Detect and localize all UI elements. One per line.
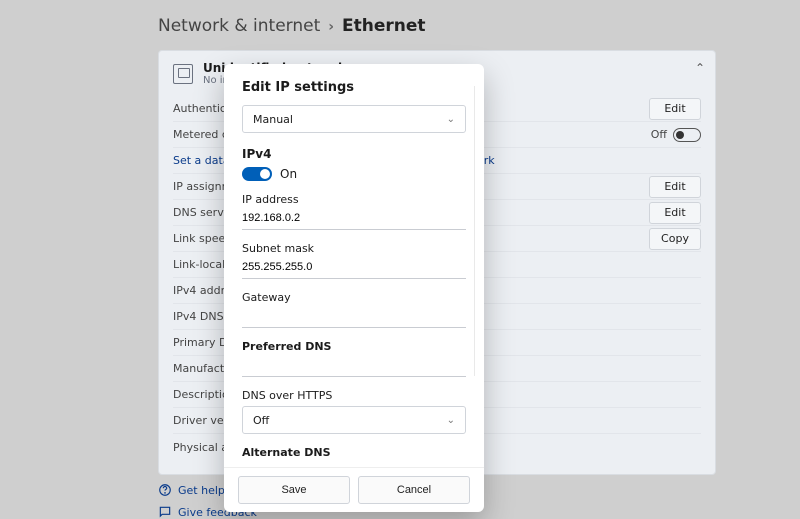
scrollbar[interactable]	[474, 86, 480, 376]
breadcrumb-current: Ethernet	[342, 16, 426, 36]
chevron-down-icon: ⌄	[447, 415, 455, 426]
subnet-input[interactable]	[242, 255, 466, 279]
copy-button[interactable]: Copy	[649, 228, 701, 250]
ip-mode-select[interactable]: Manual ⌄	[242, 105, 466, 133]
subnet-label: Subnet mask	[242, 242, 466, 255]
ipv4-toggle-state: On	[280, 167, 297, 181]
doh-select[interactable]: Off ⌄	[242, 406, 466, 434]
save-button[interactable]: Save	[238, 476, 350, 504]
breadcrumb-parent[interactable]: Network & internet	[158, 16, 320, 36]
preferred-dns-input[interactable]	[242, 353, 466, 377]
doh-value: Off	[253, 414, 269, 427]
metered-off-label: Off	[651, 128, 667, 141]
chevron-down-icon: ⌄	[447, 114, 455, 125]
monitor-icon	[173, 64, 193, 84]
gateway-label: Gateway	[242, 291, 466, 304]
help-icon	[158, 483, 172, 497]
feedback-icon	[158, 505, 172, 519]
gateway-input[interactable]	[242, 304, 466, 328]
doh-label: DNS over HTTPS	[242, 389, 466, 402]
cancel-button[interactable]: Cancel	[358, 476, 470, 504]
ip-mode-value: Manual	[253, 113, 293, 126]
edit-ip-dialog: Edit IP settings Manual ⌄ IPv4 On IP add…	[224, 64, 484, 512]
ip-address-label: IP address	[242, 193, 466, 206]
edit-button[interactable]: Edit	[649, 98, 701, 120]
ipv4-section-label: IPv4	[242, 147, 466, 161]
alternate-dns-label: Alternate DNS	[242, 446, 466, 459]
metered-toggle[interactable]	[673, 128, 701, 142]
ipv4-toggle[interactable]	[242, 167, 272, 181]
preferred-dns-label: Preferred DNS	[242, 340, 466, 353]
chevron-right-icon: ›	[328, 19, 334, 35]
dialog-title: Edit IP settings	[242, 80, 466, 95]
breadcrumb: Network & internet › Ethernet	[158, 16, 718, 36]
ip-address-input[interactable]	[242, 206, 466, 230]
collapse-icon[interactable]: ⌃	[695, 61, 705, 75]
edit-dns-button[interactable]: Edit	[649, 202, 701, 224]
edit-ip-button[interactable]: Edit	[649, 176, 701, 198]
